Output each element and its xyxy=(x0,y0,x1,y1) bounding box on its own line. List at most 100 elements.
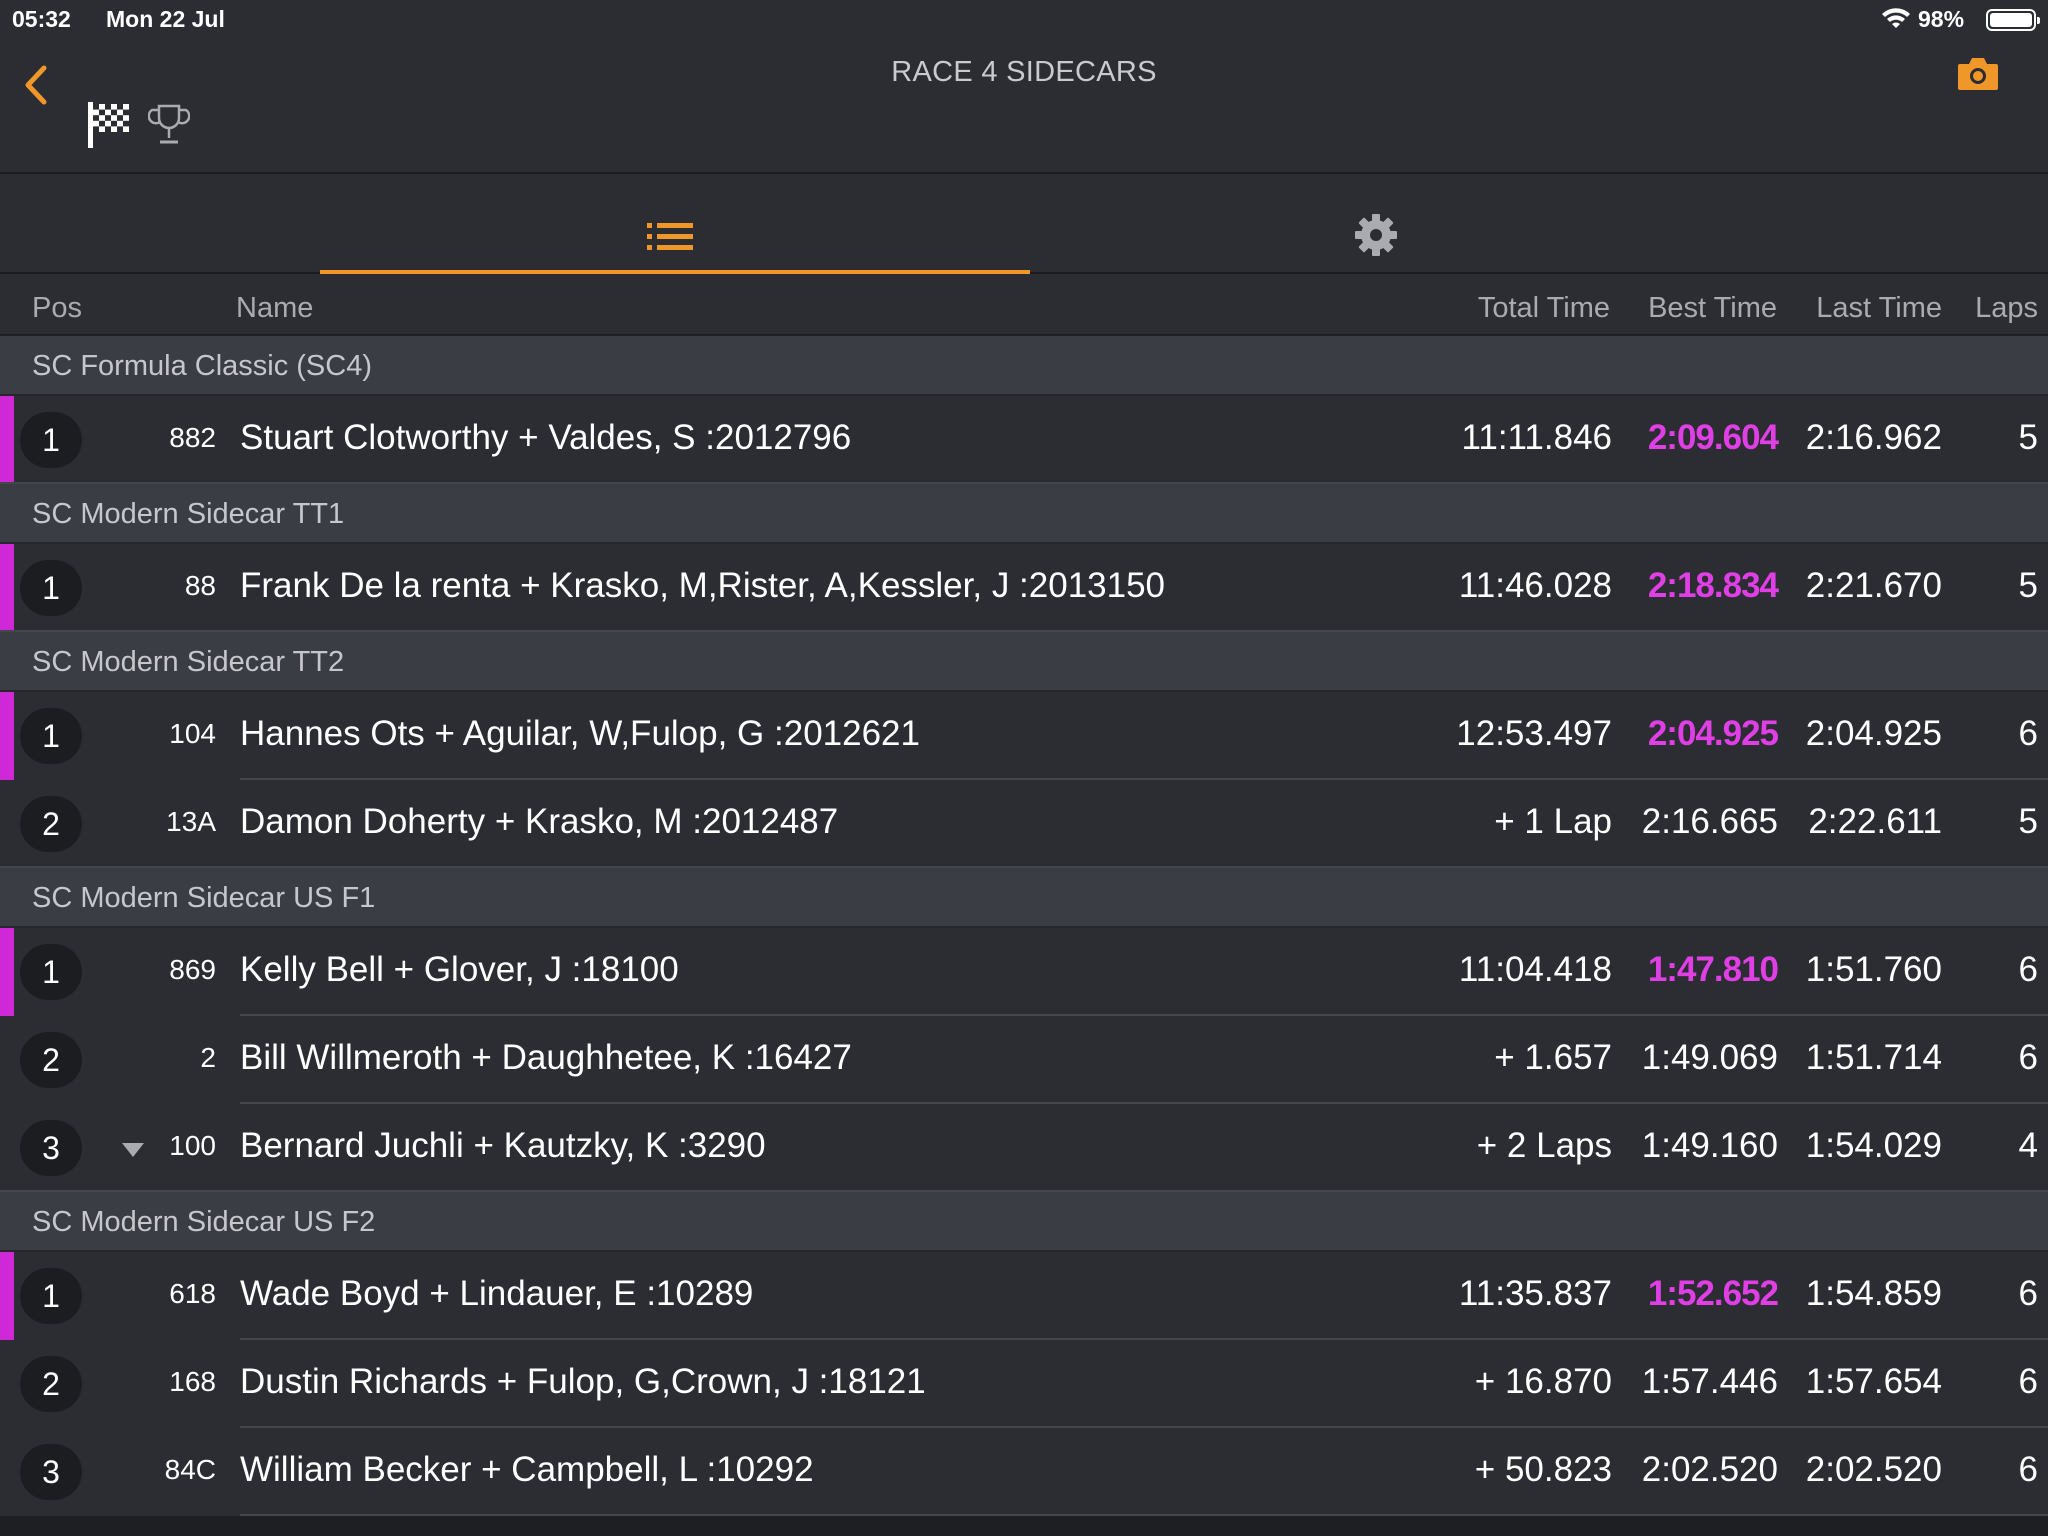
bib-number: 168 xyxy=(169,1366,216,1397)
class-header: SC Modern Sidecar TT1 xyxy=(0,484,2048,544)
class-header: SC Modern Sidecar US F2 xyxy=(0,1192,2048,1252)
total-time: 11:11.846 xyxy=(1461,418,1612,457)
class-header: SC Formula Classic (SC4) xyxy=(0,336,2048,396)
total-time: + 16.870 xyxy=(1474,1362,1612,1401)
class-name: SC Modern Sidecar US F1 xyxy=(32,882,376,914)
last-time: 1:54.029 xyxy=(1805,1126,1942,1165)
bib-number: 84C xyxy=(164,1454,216,1485)
rider-name: Bill Willmeroth + Daughhetee, K :16427 xyxy=(240,1038,852,1077)
table-row[interactable]: 1 618 Wade Boyd + Lindauer, E :10289 11:… xyxy=(0,1252,2048,1340)
bib-number: 869 xyxy=(169,954,216,985)
class-name: SC Modern Sidecar TT2 xyxy=(32,646,345,678)
list-icon xyxy=(647,223,693,250)
table-row[interactable]: 3 84C William Becker + Campbell, L :1029… xyxy=(0,1428,2048,1516)
table-row[interactable]: 1 882 Stuart Clotworthy + Valdes, S :201… xyxy=(0,396,2048,484)
bib-number: 88 xyxy=(184,570,216,601)
laps: 6 xyxy=(2018,1450,2038,1489)
col-best-time[interactable]: Best Time xyxy=(1648,292,1777,325)
rider-name: Hannes Ots + Aguilar, W,Fulop, G :201262… xyxy=(240,714,920,753)
class-header: SC Modern Sidecar US F1 xyxy=(0,868,2048,928)
total-time: 11:04.418 xyxy=(1458,950,1612,989)
position-down-triangle-icon xyxy=(122,1143,144,1157)
total-time: + 1.657 xyxy=(1494,1038,1612,1077)
laps: 6 xyxy=(2018,1274,2038,1313)
best-time: 1:57.446 xyxy=(1641,1362,1778,1401)
class-leader-marker xyxy=(0,928,14,1016)
last-time: 2:16.962 xyxy=(1805,418,1942,457)
table-row[interactable]: 2 13A Damon Doherty + Krasko, M :2012487… xyxy=(0,780,2048,868)
table-row[interactable]: 2 2 Bill Willmeroth + Daughhetee, K :164… xyxy=(0,1016,2048,1104)
total-time: + 1 Lap xyxy=(1494,802,1612,841)
tab-active-indicator xyxy=(320,270,1030,274)
best-time-fastest: 2:09.604 xyxy=(1647,418,1779,457)
last-time: 2:04.925 xyxy=(1805,714,1942,753)
position-badge: 2 xyxy=(20,1032,82,1088)
best-time-fastest: 1:52.652 xyxy=(1647,1274,1779,1313)
tab-settings[interactable] xyxy=(1030,176,1720,274)
total-time: 11:46.028 xyxy=(1458,566,1612,605)
col-name[interactable]: Name xyxy=(236,292,313,325)
class-leader-marker xyxy=(0,692,14,780)
checkered-flag-icon[interactable] xyxy=(86,100,132,150)
rider-name: Bernard Juchli + Kautzky, K :3290 xyxy=(240,1126,766,1165)
total-time: + 50.823 xyxy=(1474,1450,1612,1489)
last-time: 1:51.714 xyxy=(1805,1038,1942,1077)
last-time: 1:54.859 xyxy=(1805,1274,1942,1313)
results-table: SC Formula Classic (SC4) 1 882 Stuart Cl… xyxy=(0,336,2048,1516)
rider-name: Wade Boyd + Lindauer, E :10289 xyxy=(240,1274,754,1313)
best-time-fastest: 2:18.834 xyxy=(1647,566,1779,605)
table-row[interactable]: 1 869 Kelly Bell + Glover, J :18100 11:0… xyxy=(0,928,2048,1016)
position-badge: 2 xyxy=(20,1356,82,1412)
best-time: 2:16.665 xyxy=(1641,802,1778,841)
last-time: 2:22.611 xyxy=(1808,802,1942,841)
status-bar: 05:32 Mon 22 Jul 98% xyxy=(0,0,2048,40)
position-badge: 3 xyxy=(20,1444,82,1500)
class-header: SC Modern Sidecar TT2 xyxy=(0,632,2048,692)
col-last-time[interactable]: Last Time xyxy=(1816,292,1942,325)
laps: 6 xyxy=(2018,950,2038,989)
best-time: 1:49.069 xyxy=(1641,1038,1778,1077)
position-badge: 1 xyxy=(20,1268,82,1324)
table-row[interactable]: 1 88 Frank De la renta + Krasko, M,Riste… xyxy=(0,544,2048,632)
trophy-icon[interactable] xyxy=(148,102,190,148)
position-badge: 1 xyxy=(20,944,82,1000)
bib-number: 13A xyxy=(166,806,216,837)
col-total-time[interactable]: Total Time xyxy=(1478,292,1610,325)
rider-name: Dustin Richards + Fulop, G,Crown, J :181… xyxy=(240,1362,926,1401)
best-time-fastest: 1:47.810 xyxy=(1647,950,1779,989)
position-badge: 2 xyxy=(20,796,82,852)
class-leader-marker xyxy=(0,544,14,632)
wifi-icon xyxy=(1882,8,1910,28)
class-leader-marker xyxy=(0,396,14,484)
col-pos[interactable]: Pos xyxy=(32,292,82,325)
last-time: 2:21.670 xyxy=(1805,566,1942,605)
tab-results-list[interactable] xyxy=(320,176,1030,274)
last-time: 2:02.520 xyxy=(1805,1450,1942,1489)
rider-name: Stuart Clotworthy + Valdes, S :2012796 xyxy=(240,418,852,457)
total-time: 11:35.837 xyxy=(1458,1274,1612,1313)
camera-icon[interactable] xyxy=(1956,54,2000,94)
position-badge: 1 xyxy=(20,412,82,468)
class-name: SC Modern Sidecar TT1 xyxy=(32,498,345,530)
table-row[interactable]: 3 100 Bernard Juchli + Kautzky, K :3290 … xyxy=(0,1104,2048,1192)
table-row[interactable]: 1 104 Hannes Ots + Aguilar, W,Fulop, G :… xyxy=(0,692,2048,780)
best-time: 1:49.160 xyxy=(1641,1126,1778,1165)
last-time: 1:57.654 xyxy=(1805,1362,1942,1401)
col-laps[interactable]: Laps xyxy=(1975,292,2038,325)
bottom-edge xyxy=(0,1516,2048,1536)
laps: 5 xyxy=(2018,566,2038,605)
best-time: 2:02.520 xyxy=(1641,1450,1778,1489)
table-row[interactable]: 2 168 Dustin Richards + Fulop, G,Crown, … xyxy=(0,1340,2048,1428)
rider-name: Damon Doherty + Krasko, M :2012487 xyxy=(240,802,839,841)
battery-icon xyxy=(1986,9,2040,31)
best-time-fastest: 2:04.925 xyxy=(1647,714,1779,753)
rider-name: William Becker + Campbell, L :10292 xyxy=(240,1450,814,1489)
last-time: 1:51.760 xyxy=(1805,950,1942,989)
bib-number: 882 xyxy=(169,422,216,453)
status-date: Mon 22 Jul xyxy=(106,6,225,32)
rider-name: Frank De la renta + Krasko, M,Rister, A,… xyxy=(240,566,1166,605)
laps: 6 xyxy=(2018,714,2038,753)
position-badge: 1 xyxy=(20,560,82,616)
class-leader-marker xyxy=(0,1252,14,1340)
battery-percent: 98% xyxy=(1918,6,1965,32)
